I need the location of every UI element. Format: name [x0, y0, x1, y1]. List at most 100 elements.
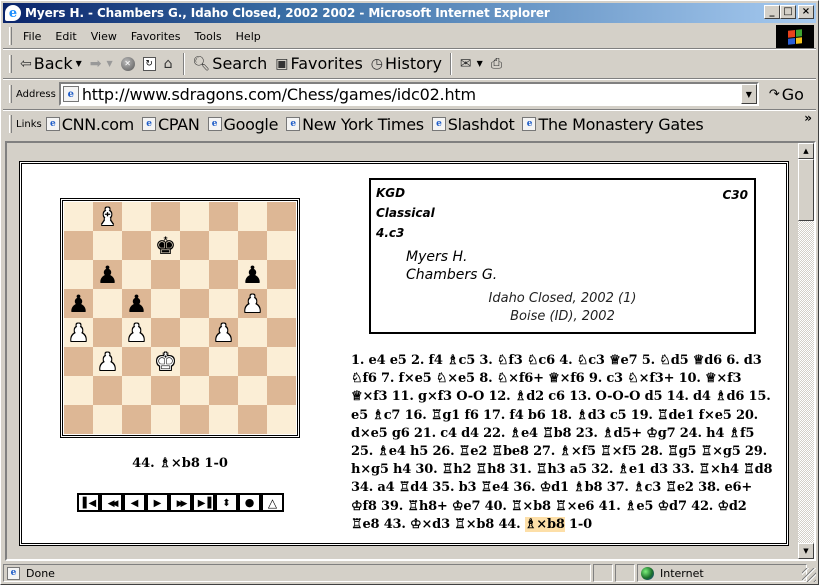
favorites-button[interactable]: ▣ Favorites [271, 54, 367, 73]
close-button[interactable]: × [798, 5, 814, 19]
square-a7[interactable] [64, 231, 93, 260]
address-url[interactable]: http://www.sdragons.com/Chess/games/idc0… [82, 85, 476, 104]
menu-view[interactable]: View [84, 30, 124, 43]
menu-help[interactable]: Help [229, 30, 268, 43]
square-g1[interactable] [238, 405, 267, 434]
scroll-up-button[interactable]: ▲ [798, 143, 814, 159]
square-a4[interactable]: ♟ [64, 318, 93, 347]
square-f8[interactable] [209, 202, 238, 231]
square-a6[interactable] [64, 260, 93, 289]
autoplay-button[interactable]: ● [238, 493, 261, 512]
square-e5[interactable] [180, 289, 209, 318]
white-pawn-icon[interactable]: ♟ [126, 321, 148, 345]
address-dropdown-button[interactable]: ▼ [740, 84, 757, 104]
white-bishop-icon[interactable]: ♝ [97, 205, 119, 229]
forward-dropdown-icon[interactable]: ▼ [106, 59, 112, 68]
square-g3[interactable] [238, 347, 267, 376]
link-new-york-times[interactable]: e New York Times [286, 115, 424, 134]
square-f4[interactable]: ♟ [209, 318, 238, 347]
square-e7[interactable] [180, 231, 209, 260]
square-f1[interactable] [209, 405, 238, 434]
history-button[interactable]: ◷ History [367, 54, 446, 73]
chessboard[interactable]: ♝ ♚ ♟ ♟ ♟ ♟ ♟ ♟ ♟ ♟ ♟ ♚ [64, 202, 296, 434]
scroll-down-button[interactable]: ▼ [798, 543, 814, 559]
square-e1[interactable] [180, 405, 209, 434]
square-g7[interactable] [238, 231, 267, 260]
square-b6[interactable]: ♟ [93, 260, 122, 289]
current-move-highlight[interactable]: ♗×b8 [524, 516, 565, 532]
back-button[interactable]: ⇦ Back ▼ [16, 54, 86, 73]
mail-dropdown-icon[interactable]: ▼ [477, 59, 483, 68]
square-b4[interactable] [93, 318, 122, 347]
square-d7[interactable]: ♚ [151, 231, 180, 260]
menu-favorites[interactable]: Favorites [124, 30, 188, 43]
black-pawn-icon[interactable]: ♟ [126, 292, 148, 316]
square-e2[interactable] [180, 376, 209, 405]
square-e6[interactable] [180, 260, 209, 289]
toolbar-grip[interactable] [9, 115, 12, 133]
square-h8[interactable] [267, 202, 296, 231]
white-pawn-icon[interactable]: ♟ [68, 321, 90, 345]
square-h1[interactable] [267, 405, 296, 434]
maximize-button[interactable]: □ [780, 5, 796, 19]
previous-move-button[interactable]: ◀ [123, 493, 146, 512]
square-c5[interactable]: ♟ [122, 289, 151, 318]
square-a8[interactable] [64, 202, 93, 231]
square-b2[interactable] [93, 376, 122, 405]
square-b3[interactable]: ♟ [93, 347, 122, 376]
square-d3[interactable]: ♚ [151, 347, 180, 376]
move-text[interactable]: 1. e4 e5 2. f4 ♗c5 3. ♘f3 ♘c6 4. ♘c3 ♕e7… [351, 353, 773, 532]
stop-button[interactable]: ✕ [117, 56, 139, 71]
square-d2[interactable] [151, 376, 180, 405]
black-pawn-icon[interactable]: ♟ [242, 263, 264, 287]
black-pawn-icon[interactable]: ♟ [68, 292, 90, 316]
go-button[interactable]: ↷ Go [769, 85, 804, 104]
link-slashdot[interactable]: e Slashdot [431, 115, 515, 134]
white-pawn-icon[interactable]: ♟ [97, 350, 119, 374]
minimize-button[interactable]: _ [764, 5, 780, 19]
square-a1[interactable] [64, 405, 93, 434]
square-d4[interactable] [151, 318, 180, 347]
square-g2[interactable] [238, 376, 267, 405]
vertical-scrollbar[interactable]: ▲ ▼ [798, 143, 814, 559]
mail-button[interactable]: ✉ ▼ [456, 56, 487, 72]
square-c3[interactable] [122, 347, 151, 376]
square-e4[interactable] [180, 318, 209, 347]
links-overflow-chevron-icon[interactable]: » [804, 111, 812, 125]
square-f6[interactable] [209, 260, 238, 289]
square-h5[interactable] [267, 289, 296, 318]
show-hint-button[interactable]: △ [261, 493, 284, 512]
black-king-icon[interactable]: ♚ [155, 234, 177, 258]
white-king-icon[interactable]: ♚ [155, 350, 177, 374]
square-g4[interactable] [238, 318, 267, 347]
square-h3[interactable] [267, 347, 296, 376]
square-b7[interactable] [93, 231, 122, 260]
square-c2[interactable] [122, 376, 151, 405]
title-bar[interactable]: e Myers H. - Chambers G., Idaho Closed, … [3, 3, 816, 23]
search-button[interactable]: 🔍︎ Search [189, 54, 272, 73]
square-c7[interactable] [122, 231, 151, 260]
toolbar-grip[interactable] [9, 54, 12, 73]
square-f3[interactable] [209, 347, 238, 376]
address-input[interactable]: e http://www.sdragons.com/Chess/games/id… [58, 82, 759, 106]
square-h7[interactable] [267, 231, 296, 260]
menu-tools[interactable]: Tools [188, 30, 229, 43]
first-move-button[interactable]: ▌◀ [77, 493, 100, 512]
next-move-button[interactable]: ▶ [146, 493, 169, 512]
scroll-thumb[interactable] [798, 159, 814, 221]
menu-file[interactable]: File [16, 30, 48, 43]
square-c1[interactable] [122, 405, 151, 434]
link-monastery-gates[interactable]: e The Monastery Gates [522, 115, 704, 134]
square-b5[interactable] [93, 289, 122, 318]
white-pawn-icon[interactable]: ♟ [242, 292, 264, 316]
square-d5[interactable] [151, 289, 180, 318]
square-d8[interactable] [151, 202, 180, 231]
square-g6[interactable]: ♟ [238, 260, 267, 289]
square-a3[interactable] [64, 347, 93, 376]
back-dropdown-icon[interactable]: ▼ [76, 59, 82, 68]
square-g8[interactable] [238, 202, 267, 231]
square-b8[interactable]: ♝ [93, 202, 122, 231]
square-f2[interactable] [209, 376, 238, 405]
square-c6[interactable] [122, 260, 151, 289]
toolbar-grip[interactable] [9, 27, 12, 45]
